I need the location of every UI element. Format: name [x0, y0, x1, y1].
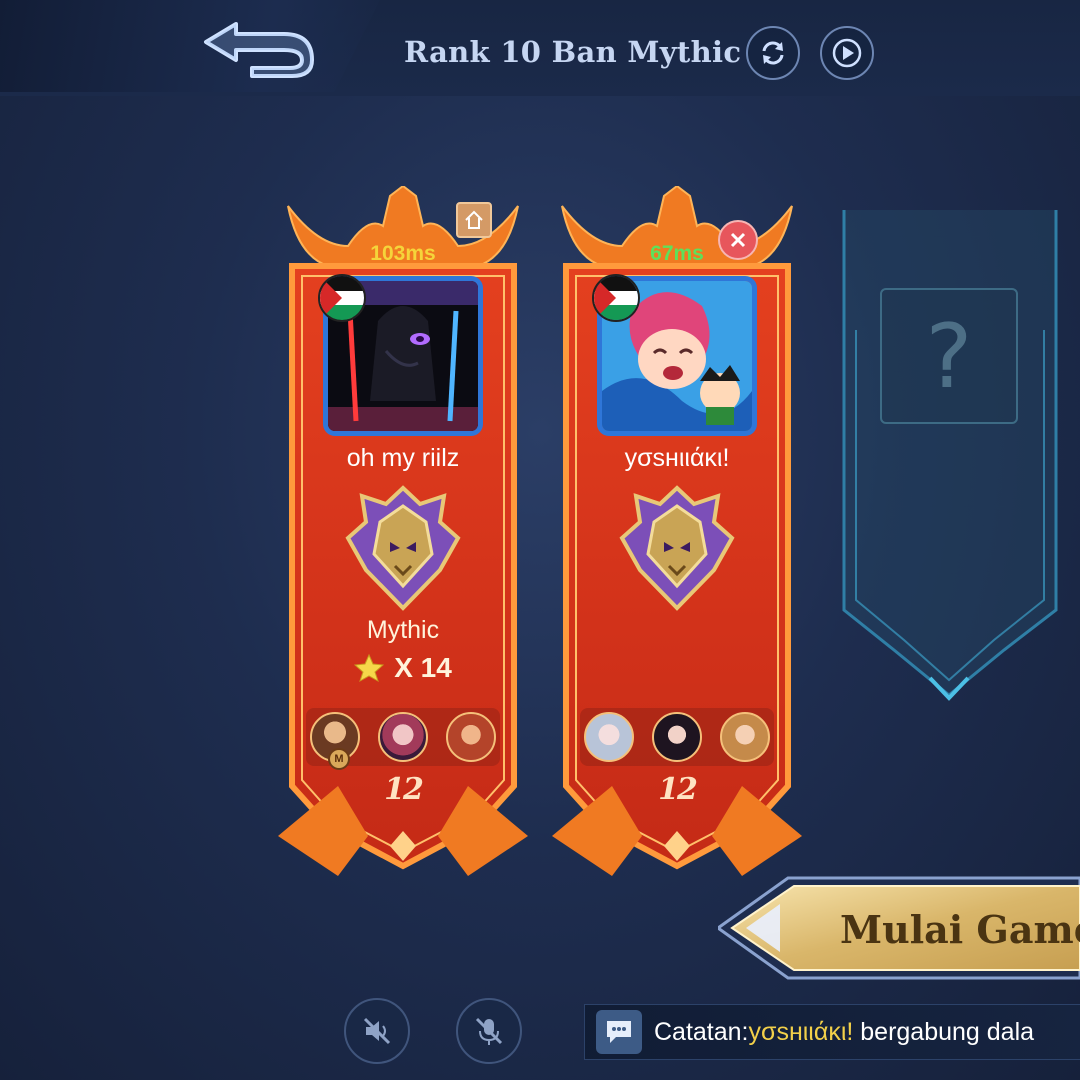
play-button[interactable] — [820, 26, 874, 80]
chat-suffix: bergabung dala — [853, 1018, 1035, 1046]
back-button[interactable] — [196, 14, 320, 80]
invite-slot-button[interactable]: ? — [880, 288, 1018, 424]
level-badge: 12 — [658, 772, 698, 807]
rank-label: Mythic — [366, 616, 440, 644]
speaker-muted-icon — [363, 1017, 391, 1045]
speaker-mute-button[interactable] — [344, 998, 410, 1064]
star-icon — [354, 653, 385, 683]
mythic-rank-emblem-icon — [614, 482, 740, 612]
chat-player-name: yσѕнιιάκι! — [748, 1018, 854, 1046]
hero-avatar-1[interactable] — [584, 712, 634, 762]
page-title: Rank 10 Ban Mythic — [404, 35, 742, 69]
top-bar-left-panel — [0, 0, 380, 92]
empty-player-slot — [834, 190, 1064, 710]
stars-count: X 14 — [394, 652, 452, 683]
player-card-2[interactable]: 67ms yσѕнιιάκι! 12 — [552, 186, 802, 876]
hero-avatar-2[interactable] — [378, 712, 428, 762]
ping-text: 67ms — [650, 242, 704, 265]
chat-bubble-icon — [607, 1021, 631, 1043]
palestine-flag-icon — [318, 274, 366, 322]
chat-message: Catatan:yσѕнιιάκι! bergabung dala — [654, 1014, 1034, 1050]
kick-player-button[interactable] — [718, 220, 758, 260]
hero-badge: M — [328, 748, 350, 770]
hero-avatar-3[interactable] — [720, 712, 770, 762]
question-mark: ? — [925, 304, 973, 408]
hero-list: M — [306, 708, 500, 770]
home-icon — [456, 202, 492, 238]
palestine-flag-icon — [592, 274, 640, 322]
chat-button[interactable] — [596, 1010, 642, 1054]
player-name: oh my riilz — [346, 444, 460, 472]
back-arrow-icon — [204, 22, 314, 78]
player-name: yσѕнιιάκι! — [624, 444, 730, 472]
mythic-rank-emblem-icon — [340, 482, 466, 612]
mic-muted-icon — [475, 1017, 503, 1045]
ping-text: 103ms — [370, 242, 436, 265]
refresh-icon — [762, 41, 784, 65]
level-badge: 12 — [384, 772, 424, 807]
stars-row: X 14 — [278, 652, 528, 684]
player-card-1[interactable]: 103ms oh my riilz Mythic X 14 M 12 — [278, 186, 528, 876]
empty-slot-frame — [842, 210, 1058, 701]
start-game-label: Mulai Game — [840, 907, 1080, 952]
hero-avatar-2[interactable] — [652, 712, 702, 762]
hero-avatar-1[interactable]: M — [310, 712, 360, 770]
close-icon — [730, 232, 746, 248]
hero-avatar-3[interactable] — [446, 712, 496, 762]
mic-mute-button[interactable] — [456, 998, 522, 1064]
hero-list — [580, 708, 774, 766]
refresh-button[interactable] — [746, 26, 800, 80]
play-icon — [832, 38, 862, 68]
chat-prefix: Catatan: — [654, 1018, 749, 1046]
